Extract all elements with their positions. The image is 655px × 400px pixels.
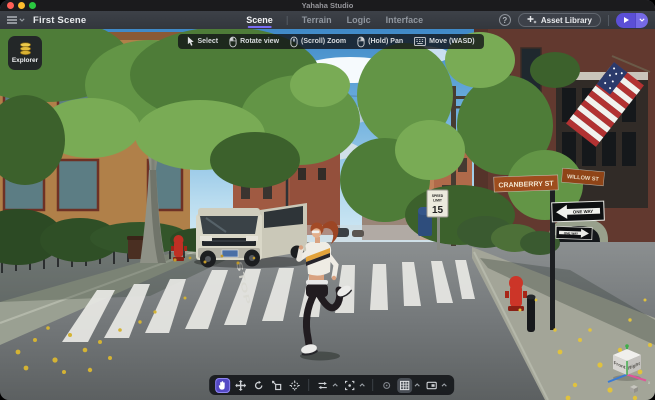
viewport-hint-toolbar: Select Rotate view (Scroll) Zoom (Hold) …	[177, 34, 484, 49]
header-divider	[608, 14, 609, 26]
hint-move-wasd: Move (WASD)	[414, 37, 475, 46]
asset-library-button[interactable]: Asset Library	[517, 13, 601, 27]
gizmo-cube-icon[interactable]	[629, 381, 639, 399]
render-mode-button[interactable]	[379, 378, 394, 393]
parked-van	[194, 203, 310, 268]
focus-dropdown-chevron[interactable]	[359, 383, 365, 387]
scale-tool-button[interactable]	[269, 378, 284, 393]
mode-tabs: Scene Terrain Logic Interface	[245, 11, 424, 29]
explorer-panel-button[interactable]: Explorer	[8, 36, 42, 70]
hand-tool-button[interactable]	[214, 377, 230, 393]
toolbar-divider	[371, 379, 373, 391]
hamburger-icon	[7, 16, 17, 24]
scale-icon	[271, 380, 281, 390]
snap-icon	[318, 381, 327, 389]
hand-icon	[218, 380, 225, 390]
tab-divider	[286, 15, 288, 25]
play-button[interactable]	[616, 12, 635, 28]
hint-pan: (Hold) Pan	[357, 36, 403, 48]
svg-text:ONE WAY: ONE WAY	[564, 231, 579, 236]
mouse-left-icon	[229, 36, 237, 47]
mouse-scroll-icon	[290, 36, 298, 47]
add-sparkle-icon	[527, 16, 537, 24]
svg-text:LIMIT: LIMIT	[433, 199, 443, 203]
window-title: Yahaha Studio	[301, 1, 354, 10]
move-icon	[234, 379, 246, 391]
move-tool-button[interactable]	[233, 378, 248, 393]
grid-icon	[399, 380, 409, 390]
snap-settings-button[interactable]	[315, 378, 330, 393]
focus-settings-button[interactable]	[342, 378, 357, 393]
tab-terrain[interactable]: Terrain	[301, 11, 333, 29]
play-options-button[interactable]	[635, 12, 648, 28]
license-plate	[221, 249, 239, 258]
hint-rotate-view: Rotate view	[229, 36, 279, 48]
transform-toolbar	[208, 375, 454, 395]
grid-dropdown-chevron[interactable]	[414, 383, 420, 387]
mouse-right-icon	[357, 36, 365, 47]
display-dropdown-chevron[interactable]	[441, 383, 447, 387]
hint-select: Select	[186, 36, 218, 47]
orientation-gizmo[interactable]: Front Right x	[603, 341, 651, 392]
main-menu-button[interactable]	[7, 16, 25, 24]
focus-frame-icon	[344, 380, 354, 390]
rotate-icon	[254, 380, 262, 389]
tab-logic[interactable]: Logic	[346, 11, 372, 29]
scene-viewport-canvas[interactable]: STOP SPEED LIMIT 15 CRANBERRY ST WILLOW …	[0, 0, 655, 400]
display-icon	[426, 381, 437, 389]
chevron-down-icon	[19, 18, 25, 22]
chevron-down-icon	[639, 18, 645, 22]
tab-scene[interactable]: Scene	[245, 11, 274, 29]
help-button[interactable]: ?	[498, 14, 511, 26]
keyboard-icon	[414, 37, 426, 46]
scene-name-label: First Scene	[33, 14, 87, 26]
one-way-sign-main: ONE WAY	[551, 200, 605, 223]
macos-titlebar: Yahaha Studio	[0, 0, 655, 11]
snap-dropdown-chevron[interactable]	[332, 383, 338, 387]
hint-zoom: (Scroll) Zoom	[290, 36, 346, 48]
app-header: First Scene Scene Terrain Logic Interfac…	[0, 11, 655, 29]
one-way-sign-small: ONE WAY	[555, 225, 593, 241]
explorer-label: Explorer	[11, 57, 39, 64]
play-split-button	[616, 12, 648, 28]
gizmo-x-axis-label: x	[648, 380, 651, 385]
layers-stack-icon	[19, 42, 31, 56]
cursor-icon	[187, 36, 194, 46]
svg-text:ONE WAY: ONE WAY	[573, 209, 594, 215]
yahaha-studio-window: STOP SPEED LIMIT 15 CRANBERRY ST WILLOW …	[0, 0, 655, 400]
circle-dot-icon	[382, 381, 390, 389]
tab-interface[interactable]: Interface	[385, 11, 425, 29]
viewport-display-button[interactable]	[424, 378, 439, 393]
pivot-tool-button[interactable]	[287, 378, 302, 393]
pivot-target-icon	[289, 379, 300, 391]
grid-toggle-button[interactable]	[396, 377, 412, 393]
toolbar-divider	[307, 379, 309, 391]
rotate-tool-button[interactable]	[251, 378, 266, 393]
svg-text:15: 15	[432, 205, 444, 216]
bollard	[526, 294, 536, 332]
asset-library-label: Asset Library	[540, 15, 592, 25]
svg-text:SPEED: SPEED	[432, 194, 444, 198]
play-icon	[624, 17, 629, 23]
